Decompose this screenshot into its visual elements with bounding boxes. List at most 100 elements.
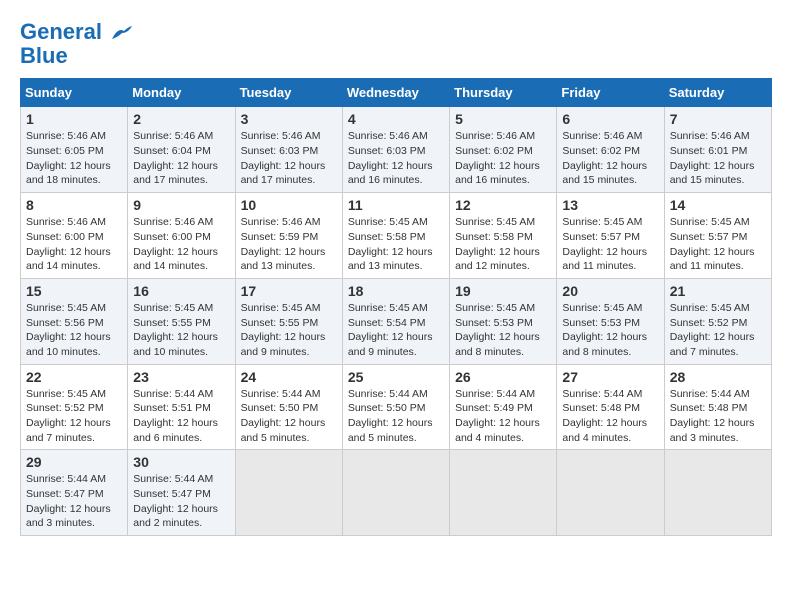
weekday-header-friday: Friday — [557, 79, 664, 107]
calendar-cell: 6 Sunrise: 5:46 AMSunset: 6:02 PMDayligh… — [557, 107, 664, 193]
day-number: 23 — [133, 369, 229, 385]
calendar-cell: 28 Sunrise: 5:44 AMSunset: 5:48 PMDaylig… — [664, 364, 771, 450]
week-row-4: 22 Sunrise: 5:45 AMSunset: 5:52 PMDaylig… — [21, 364, 772, 450]
weekday-header-tuesday: Tuesday — [235, 79, 342, 107]
calendar-cell — [450, 450, 557, 536]
day-info: Sunrise: 5:44 AMSunset: 5:48 PMDaylight:… — [562, 388, 647, 444]
calendar-cell: 3 Sunrise: 5:46 AMSunset: 6:03 PMDayligh… — [235, 107, 342, 193]
calendar-cell: 13 Sunrise: 5:45 AMSunset: 5:57 PMDaylig… — [557, 193, 664, 279]
day-info: Sunrise: 5:46 AMSunset: 6:01 PMDaylight:… — [670, 130, 755, 186]
day-info: Sunrise: 5:46 AMSunset: 6:02 PMDaylight:… — [562, 130, 647, 186]
day-number: 10 — [241, 197, 337, 213]
day-info: Sunrise: 5:45 AMSunset: 5:55 PMDaylight:… — [133, 302, 218, 358]
day-number: 2 — [133, 111, 229, 127]
day-info: Sunrise: 5:44 AMSunset: 5:47 PMDaylight:… — [26, 473, 111, 529]
weekday-header-saturday: Saturday — [664, 79, 771, 107]
logo-blue-text: Blue — [20, 44, 68, 68]
day-info: Sunrise: 5:46 AMSunset: 6:04 PMDaylight:… — [133, 130, 218, 186]
calendar-cell: 19 Sunrise: 5:45 AMSunset: 5:53 PMDaylig… — [450, 278, 557, 364]
day-info: Sunrise: 5:44 AMSunset: 5:49 PMDaylight:… — [455, 388, 540, 444]
calendar-cell: 10 Sunrise: 5:46 AMSunset: 5:59 PMDaylig… — [235, 193, 342, 279]
day-number: 28 — [670, 369, 766, 385]
day-number: 9 — [133, 197, 229, 213]
day-number: 12 — [455, 197, 551, 213]
day-number: 15 — [26, 283, 122, 299]
day-number: 26 — [455, 369, 551, 385]
logo-text: General — [20, 20, 132, 44]
calendar-cell: 30 Sunrise: 5:44 AMSunset: 5:47 PMDaylig… — [128, 450, 235, 536]
day-info: Sunrise: 5:46 AMSunset: 6:03 PMDaylight:… — [348, 130, 433, 186]
calendar-cell: 7 Sunrise: 5:46 AMSunset: 6:01 PMDayligh… — [664, 107, 771, 193]
day-info: Sunrise: 5:45 AMSunset: 5:52 PMDaylight:… — [670, 302, 755, 358]
day-number: 5 — [455, 111, 551, 127]
calendar-cell: 1 Sunrise: 5:46 AMSunset: 6:05 PMDayligh… — [21, 107, 128, 193]
calendar-cell — [557, 450, 664, 536]
logo-bird-icon — [110, 25, 132, 41]
calendar-cell: 24 Sunrise: 5:44 AMSunset: 5:50 PMDaylig… — [235, 364, 342, 450]
day-info: Sunrise: 5:45 AMSunset: 5:53 PMDaylight:… — [455, 302, 540, 358]
day-number: 13 — [562, 197, 658, 213]
day-number: 1 — [26, 111, 122, 127]
day-number: 20 — [562, 283, 658, 299]
week-row-5: 29 Sunrise: 5:44 AMSunset: 5:47 PMDaylig… — [21, 450, 772, 536]
calendar-cell: 9 Sunrise: 5:46 AMSunset: 6:00 PMDayligh… — [128, 193, 235, 279]
calendar-cell: 20 Sunrise: 5:45 AMSunset: 5:53 PMDaylig… — [557, 278, 664, 364]
day-number: 8 — [26, 197, 122, 213]
calendar-cell: 26 Sunrise: 5:44 AMSunset: 5:49 PMDaylig… — [450, 364, 557, 450]
calendar-cell: 25 Sunrise: 5:44 AMSunset: 5:50 PMDaylig… — [342, 364, 449, 450]
calendar-cell — [235, 450, 342, 536]
day-number: 19 — [455, 283, 551, 299]
calendar-cell: 21 Sunrise: 5:45 AMSunset: 5:52 PMDaylig… — [664, 278, 771, 364]
weekday-header-monday: Monday — [128, 79, 235, 107]
day-number: 17 — [241, 283, 337, 299]
day-number: 27 — [562, 369, 658, 385]
weekday-header-sunday: Sunday — [21, 79, 128, 107]
week-row-3: 15 Sunrise: 5:45 AMSunset: 5:56 PMDaylig… — [21, 278, 772, 364]
day-info: Sunrise: 5:46 AMSunset: 6:02 PMDaylight:… — [455, 130, 540, 186]
day-number: 18 — [348, 283, 444, 299]
calendar-cell: 2 Sunrise: 5:46 AMSunset: 6:04 PMDayligh… — [128, 107, 235, 193]
day-number: 14 — [670, 197, 766, 213]
calendar-table: SundayMondayTuesdayWednesdayThursdayFrid… — [20, 78, 772, 536]
calendar-cell: 11 Sunrise: 5:45 AMSunset: 5:58 PMDaylig… — [342, 193, 449, 279]
day-number: 25 — [348, 369, 444, 385]
day-info: Sunrise: 5:44 AMSunset: 5:51 PMDaylight:… — [133, 388, 218, 444]
calendar-cell: 16 Sunrise: 5:45 AMSunset: 5:55 PMDaylig… — [128, 278, 235, 364]
calendar-cell: 22 Sunrise: 5:45 AMSunset: 5:52 PMDaylig… — [21, 364, 128, 450]
day-number: 3 — [241, 111, 337, 127]
day-info: Sunrise: 5:46 AMSunset: 6:03 PMDaylight:… — [241, 130, 326, 186]
day-info: Sunrise: 5:46 AMSunset: 5:59 PMDaylight:… — [241, 216, 326, 272]
calendar-cell: 23 Sunrise: 5:44 AMSunset: 5:51 PMDaylig… — [128, 364, 235, 450]
day-info: Sunrise: 5:44 AMSunset: 5:47 PMDaylight:… — [133, 473, 218, 529]
day-info: Sunrise: 5:45 AMSunset: 5:52 PMDaylight:… — [26, 388, 111, 444]
day-number: 16 — [133, 283, 229, 299]
day-info: Sunrise: 5:44 AMSunset: 5:48 PMDaylight:… — [670, 388, 755, 444]
day-info: Sunrise: 5:46 AMSunset: 6:00 PMDaylight:… — [26, 216, 111, 272]
day-number: 6 — [562, 111, 658, 127]
day-number: 22 — [26, 369, 122, 385]
calendar-cell: 15 Sunrise: 5:45 AMSunset: 5:56 PMDaylig… — [21, 278, 128, 364]
day-info: Sunrise: 5:45 AMSunset: 5:56 PMDaylight:… — [26, 302, 111, 358]
page-header: General Blue — [20, 20, 772, 68]
calendar-cell: 5 Sunrise: 5:46 AMSunset: 6:02 PMDayligh… — [450, 107, 557, 193]
logo: General Blue — [20, 20, 132, 68]
calendar-cell — [664, 450, 771, 536]
day-number: 30 — [133, 454, 229, 470]
calendar-cell: 4 Sunrise: 5:46 AMSunset: 6:03 PMDayligh… — [342, 107, 449, 193]
day-number: 11 — [348, 197, 444, 213]
week-row-2: 8 Sunrise: 5:46 AMSunset: 6:00 PMDayligh… — [21, 193, 772, 279]
calendar-cell — [342, 450, 449, 536]
day-number: 24 — [241, 369, 337, 385]
week-row-1: 1 Sunrise: 5:46 AMSunset: 6:05 PMDayligh… — [21, 107, 772, 193]
day-number: 29 — [26, 454, 122, 470]
weekday-header-thursday: Thursday — [450, 79, 557, 107]
day-info: Sunrise: 5:44 AMSunset: 5:50 PMDaylight:… — [241, 388, 326, 444]
day-info: Sunrise: 5:45 AMSunset: 5:57 PMDaylight:… — [670, 216, 755, 272]
calendar-cell: 29 Sunrise: 5:44 AMSunset: 5:47 PMDaylig… — [21, 450, 128, 536]
day-info: Sunrise: 5:44 AMSunset: 5:50 PMDaylight:… — [348, 388, 433, 444]
day-number: 4 — [348, 111, 444, 127]
day-info: Sunrise: 5:45 AMSunset: 5:53 PMDaylight:… — [562, 302, 647, 358]
day-number: 7 — [670, 111, 766, 127]
day-info: Sunrise: 5:45 AMSunset: 5:55 PMDaylight:… — [241, 302, 326, 358]
calendar-cell: 17 Sunrise: 5:45 AMSunset: 5:55 PMDaylig… — [235, 278, 342, 364]
